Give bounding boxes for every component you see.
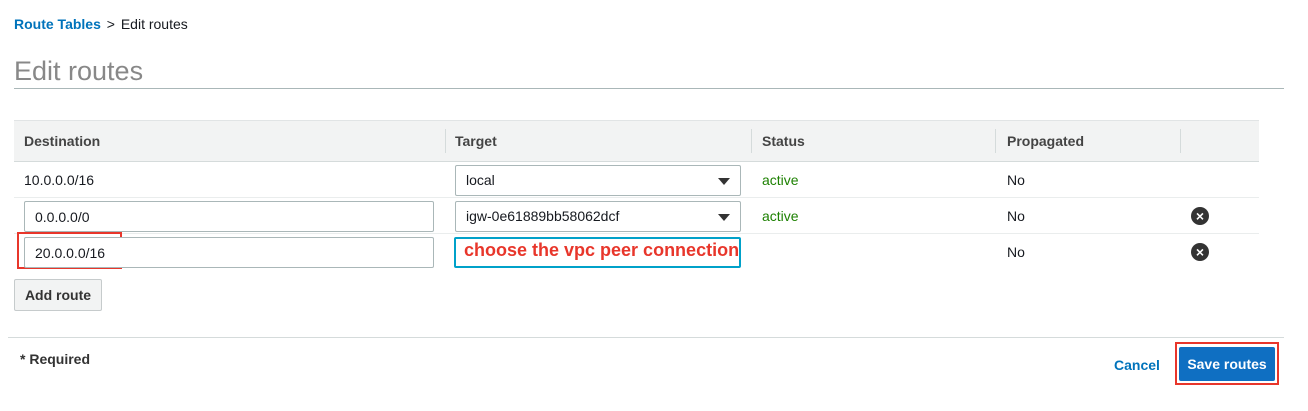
remove-route-icon[interactable]: ×: [1191, 207, 1209, 225]
header-destination: Destination: [24, 133, 101, 149]
table-header: Destination Target Status Propagated: [14, 120, 1259, 162]
header-target: Target: [455, 133, 497, 149]
destination-input[interactable]: [24, 237, 434, 268]
annotation-text: choose the vpc peer connection: [464, 240, 740, 260]
propagated-text: No: [1007, 208, 1025, 224]
destination-text: 10.0.0.0/16: [24, 172, 95, 188]
target-select[interactable]: igw-0e61889bb58062dcf: [455, 201, 741, 232]
breadcrumb-current: Edit routes: [120, 16, 188, 32]
table-row: igw-0e61889bb58062dcf active No ×: [14, 198, 1259, 234]
page-title: Edit routes: [14, 56, 144, 86]
status-text: active: [762, 208, 799, 224]
remove-route-icon[interactable]: ×: [1191, 243, 1209, 261]
propagated-text: No: [1007, 244, 1025, 260]
breadcrumb-separator: >: [106, 16, 115, 32]
target-select-value: local: [466, 172, 495, 188]
target-select[interactable]: local: [455, 165, 741, 196]
required-note: * Required: [20, 351, 91, 367]
propagated-text: No: [1007, 172, 1025, 188]
target-select-value: igw-0e61889bb58062dcf: [466, 208, 620, 224]
header-divider: [1180, 129, 1181, 153]
header-status: Status: [762, 133, 805, 149]
destination-input[interactable]: [24, 201, 434, 232]
header-propagated: Propagated: [1007, 133, 1085, 149]
table-row: 10.0.0.0/16 local active No: [14, 162, 1259, 198]
routes-table: Destination Target Status Propagated 10.…: [14, 120, 1259, 270]
cancel-button[interactable]: Cancel: [1114, 357, 1160, 373]
header-divider: [995, 129, 996, 153]
status-text: active: [762, 172, 799, 188]
chevron-down-icon: [718, 178, 730, 185]
chevron-down-icon: [718, 214, 730, 221]
footer-divider: [8, 337, 1284, 338]
add-route-button[interactable]: Add route: [14, 279, 102, 311]
breadcrumb: Route Tables > Edit routes: [14, 16, 188, 32]
title-divider: [14, 88, 1284, 89]
table-row: choose the vpc peer connection No ×: [14, 232, 1259, 270]
breadcrumb-route-tables-link[interactable]: Route Tables: [14, 16, 101, 32]
save-routes-button[interactable]: Save routes: [1179, 347, 1275, 381]
